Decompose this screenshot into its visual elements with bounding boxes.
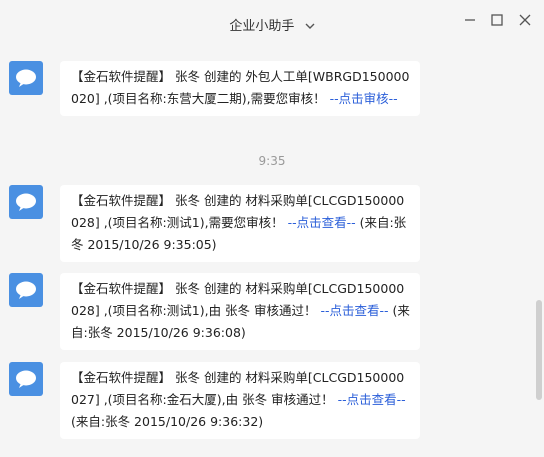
- chat-bubble-icon[interactable]: [9, 362, 43, 396]
- close-icon[interactable]: [517, 12, 533, 28]
- message-bubble: 【金石软件提醒】 张冬 创建的 材料采购单[CLCGD150000027] ,(…: [60, 362, 420, 439]
- minimize-icon[interactable]: [462, 12, 478, 28]
- chat-bubble-icon[interactable]: [9, 61, 43, 95]
- title-bar: 企业小助手: [0, 0, 544, 44]
- view-link[interactable]: --点击查看--: [338, 392, 406, 407]
- view-link[interactable]: --点击查看--: [321, 303, 389, 318]
- message-bubble: 【金石软件提醒】 张冬 创建的 外包人工单[WBRGD150000020] ,(…: [60, 61, 420, 116]
- chat-bubble-icon[interactable]: [9, 185, 43, 219]
- view-link[interactable]: --点击查看--: [288, 215, 356, 230]
- message-bubble: 【金石软件提醒】 张冬 创建的 材料采购单[CLCGD150000028] ,(…: [60, 185, 420, 262]
- review-link[interactable]: --点击审核--: [330, 91, 398, 106]
- window-title-text: 企业小助手: [229, 19, 295, 34]
- maximize-icon[interactable]: [489, 12, 505, 28]
- chat-area: 【金石软件提醒】 张冬 创建的 外包人工单[WBRGD150000020] ,(…: [0, 44, 544, 444]
- bottom-area: [0, 444, 544, 457]
- chevron-down-icon[interactable]: [305, 19, 315, 34]
- message-source: (来自:张冬 2015/10/26 9:36:32): [71, 414, 264, 429]
- timestamp: 9:35: [258, 154, 286, 168]
- scrollbar-thumb[interactable]: [536, 300, 542, 400]
- message-bubble: 【金石软件提醒】 张冬 创建的 材料采购单[CLCGD150000028] ,(…: [60, 273, 420, 350]
- chat-bubble-icon[interactable]: [9, 273, 43, 307]
